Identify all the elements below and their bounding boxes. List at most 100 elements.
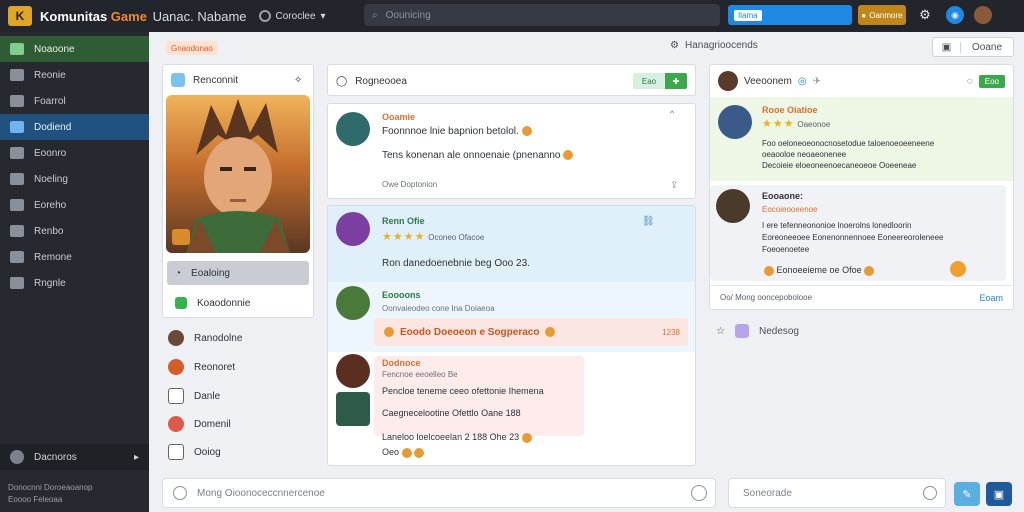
sidebar-item-3[interactable]: Foarrol — [0, 88, 149, 114]
avatar[interactable] — [336, 354, 370, 388]
reply-input[interactable]: Soneorade — [728, 478, 946, 508]
sidebar-footer-label: Dacnoros — [34, 451, 77, 463]
avatar[interactable] — [336, 392, 370, 426]
more-icon[interactable]: ⌃ — [668, 110, 676, 121]
right-footer-link[interactable]: Eoam — [979, 293, 1003, 303]
sidebar-item-10[interactable]: Rngnle — [0, 270, 149, 296]
post-text: Foonnnoe lnie bapnion betolol. — [382, 126, 532, 137]
right-below-row[interactable]: ☆ Nedesog — [716, 324, 799, 338]
edit-button[interactable]: ✎ — [954, 482, 980, 506]
avatar[interactable] — [336, 286, 370, 320]
search-input[interactable]: ⌕ Oounicing — [364, 4, 720, 26]
right-item-line: I ere tefenneononioe lnoerolns lonedloor… — [762, 221, 912, 230]
edit-icon: ✎ — [962, 488, 972, 501]
sidebar-footer-item[interactable]: Dacnoros ▸ — [0, 444, 149, 470]
premium-button[interactable]: ● Oanmore — [858, 5, 906, 25]
avatar[interactable] — [336, 212, 370, 246]
send-icon: ▣ — [993, 488, 1005, 501]
app-title: Komunitas Game Uanac. Nabame — [40, 9, 247, 24]
post-author[interactable]: Eoooons — [382, 290, 421, 300]
verified-icon: ◎ — [797, 75, 807, 87]
sidebar-item-home[interactable]: Noaoone — [0, 36, 149, 62]
hero-illustration — [172, 99, 290, 253]
post-text-line: Laneloo loelcoeelan 2 188 Ohe 23 — [382, 432, 520, 442]
page-center-label[interactable]: ⚙ Hanagrioocends — [670, 40, 758, 51]
community-selector[interactable]: Coroclee ▾ — [258, 10, 326, 22]
sidebar-item-label: Remone — [34, 251, 72, 263]
profile-action-button[interactable]: ◔ Eoaloing — [167, 261, 309, 285]
profile-secondary-button[interactable]: Koaodonnie — [167, 291, 309, 315]
sidebar-item-2[interactable]: Reonie — [0, 62, 149, 88]
post-author[interactable]: Renn Ofie — [382, 216, 425, 226]
feed-filter-button[interactable]: Eao — [633, 73, 665, 89]
right-item-line: Eoreoneeoee Eonenonnennoee Eoneereorolen… — [762, 233, 944, 242]
folder-icon — [10, 225, 24, 237]
left-list-item[interactable]: Ranodolne — [168, 330, 242, 346]
chat-icon[interactable]: ◌ — [967, 76, 973, 87]
sidebar-item-9[interactable]: Remone — [0, 244, 149, 270]
avatar[interactable] — [336, 112, 370, 146]
logo-glyph: K — [15, 9, 25, 23]
share-icon[interactable]: ⇪ — [670, 180, 678, 191]
left-list-label: Ooiog — [194, 446, 221, 458]
left-list-item[interactable]: Reonoret — [168, 359, 235, 375]
post-text-line: Ron danedoenebnie beg Ooo 23. — [382, 258, 530, 269]
settings-gear-icon[interactable]: ⚙ — [916, 6, 934, 24]
post-text: Oeo — [382, 447, 425, 458]
right-item-2[interactable]: Eooaone: Eocoieooeenoe I ere tefenneonon… — [710, 185, 1006, 281]
comment-input[interactable]: Mong Oioonoceccnnercenoe — [162, 478, 716, 508]
attach-icon[interactable] — [173, 486, 187, 500]
avatar — [718, 105, 752, 139]
sidebar-item-dashboard[interactable]: Dodiend — [0, 114, 149, 140]
post-author[interactable]: Dodnoce — [382, 358, 421, 368]
add-icon[interactable]: ✚ — [665, 73, 687, 89]
emoji-icon — [401, 447, 412, 458]
left-list-label: Reonoret — [194, 361, 236, 373]
user-avatar[interactable] — [974, 6, 992, 24]
link-icon[interactable]: ⛓ — [642, 216, 655, 227]
emoji-icon — [521, 126, 532, 137]
sidebar-item-label: Eoreho — [34, 199, 67, 211]
sidebar-item-8[interactable]: Renbo — [0, 218, 149, 244]
emoji-picker-icon[interactable] — [923, 486, 937, 500]
right-item-title: Eooaone: — [762, 191, 804, 201]
page-right-button[interactable]: ▣ Ooane — [932, 37, 1014, 57]
hero-portrait[interactable] — [166, 95, 310, 253]
reaction-icon[interactable] — [950, 261, 966, 277]
badge-icon — [175, 297, 187, 309]
emoji-icon — [414, 447, 425, 458]
search-placeholder: Oounicing — [385, 9, 431, 21]
target-icon — [168, 416, 184, 432]
primary-action-chip: Ilama — [734, 9, 762, 21]
sidebar-item-label: Noeling — [34, 173, 68, 185]
highlighted-message[interactable]: Eoodo Doeoeon e Sogperaco 1238 — [374, 318, 688, 346]
left-list-item[interactable]: Danle — [168, 388, 220, 404]
left-list-item[interactable]: Ooiog — [168, 444, 221, 460]
avatar — [168, 330, 184, 346]
emoji-icon — [563, 150, 574, 161]
send-button[interactable]: ▣ — [986, 482, 1012, 506]
left-list-item[interactable]: Domenil — [168, 416, 231, 432]
avatar[interactable] — [718, 71, 738, 91]
sidebar-item-7[interactable]: Eoreho — [0, 192, 149, 218]
emoji-icon — [864, 265, 875, 276]
right-panel-button[interactable]: Eoo — [978, 74, 1005, 88]
star-icon[interactable]: ✧ — [294, 75, 302, 86]
emoji-picker-icon[interactable] — [691, 485, 707, 501]
chat-icon: ◯ — [336, 75, 348, 87]
right-item-title: Rooe Oiatioe — [762, 105, 818, 115]
search-icon: ⌕ — [372, 9, 378, 21]
app-logo[interactable]: K — [8, 6, 32, 26]
right-item-1[interactable]: Rooe Oiatioe ★★★ Oaeonoe Foo oeloneoeono… — [710, 97, 1013, 181]
left-list-label: Ranodolne — [194, 332, 243, 344]
pin-icon[interactable]: ✈ — [813, 76, 821, 87]
primary-action-button[interactable]: Ilama — [728, 5, 852, 25]
dashboard-icon — [10, 121, 24, 133]
notification-icon[interactable]: ◉ — [946, 6, 964, 24]
page-tag[interactable]: Gnaodonao — [166, 41, 218, 55]
sidebar-item-6[interactable]: Noeling — [0, 166, 149, 192]
sidebar-item-5[interactable]: Eoonro — [0, 140, 149, 166]
post-author[interactable]: Ooamie — [382, 112, 415, 122]
right-below-label: Nedesog — [758, 325, 799, 337]
avatar — [716, 189, 750, 223]
